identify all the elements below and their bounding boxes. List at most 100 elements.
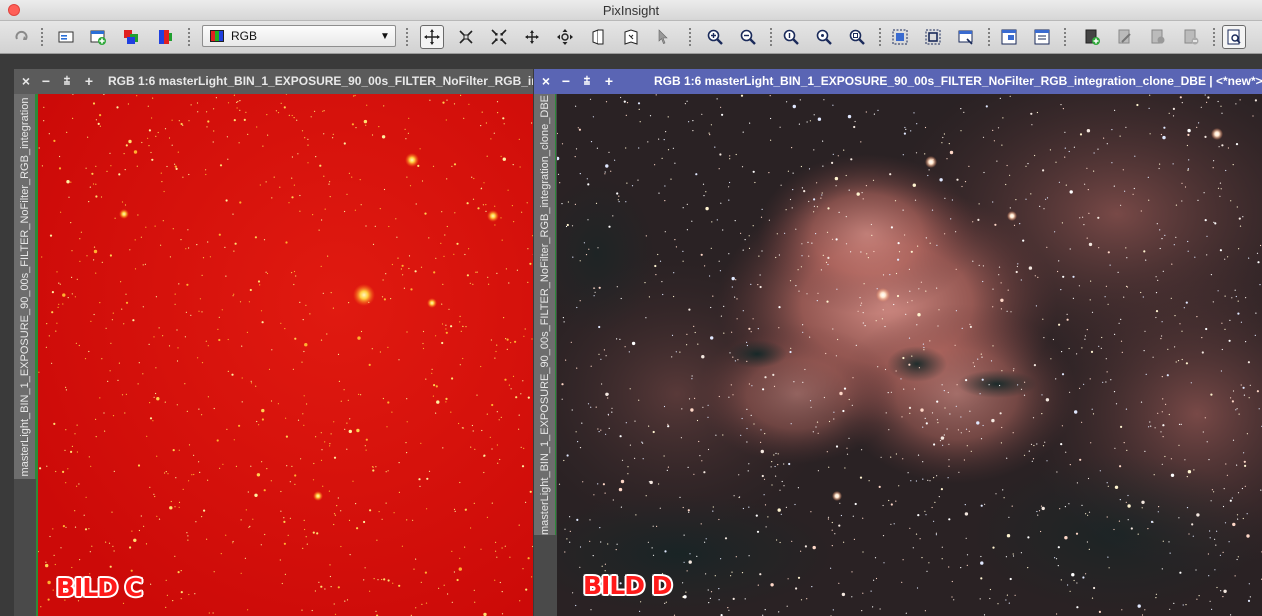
star	[1179, 323, 1181, 325]
star	[978, 203, 980, 205]
star	[935, 534, 937, 536]
star	[780, 513, 782, 515]
star	[922, 343, 924, 345]
star	[747, 470, 749, 472]
star	[965, 537, 967, 539]
zoom-fit-window-icon[interactable]	[845, 25, 869, 49]
send-to-workspace-icon[interactable]	[954, 25, 978, 49]
zoom-1-1-icon[interactable]	[779, 25, 803, 49]
star	[385, 471, 387, 473]
star	[324, 208, 326, 210]
star	[859, 476, 863, 479]
star	[795, 285, 797, 287]
star	[497, 462, 499, 464]
redo-icon[interactable]	[10, 25, 34, 49]
color-space-select[interactable]: RGB ▼	[202, 25, 396, 47]
pan-mode-icon[interactable]	[420, 25, 444, 49]
image-view-c[interactable]: BILD C	[36, 94, 533, 616]
new-image-icon[interactable]	[86, 25, 110, 49]
remove-mask-icon[interactable]	[1179, 25, 1203, 49]
star	[71, 293, 73, 295]
move-icon[interactable]	[553, 25, 577, 49]
star	[71, 276, 73, 278]
edit-mask-icon[interactable]	[1113, 25, 1137, 49]
star	[895, 500, 897, 502]
readout-preview-icon[interactable]	[1222, 25, 1246, 49]
maximize-icon[interactable]: +	[602, 73, 616, 89]
minimize-icon[interactable]: −	[39, 73, 53, 89]
close-icon[interactable]: ×	[539, 73, 553, 89]
window-restore-icon[interactable]	[997, 25, 1021, 49]
star	[873, 579, 875, 581]
star	[701, 460, 703, 462]
star	[88, 456, 90, 458]
image-view-d[interactable]: BILD D	[556, 94, 1262, 616]
full-view-icon[interactable]	[520, 25, 544, 49]
star	[255, 385, 257, 387]
shade-icon[interactable]: ⩲	[580, 73, 594, 89]
maximize-icon[interactable]: +	[82, 73, 96, 89]
star	[1169, 552, 1171, 554]
star	[654, 164, 656, 166]
star	[1105, 358, 1107, 360]
select-area-icon[interactable]	[888, 25, 912, 49]
minimize-icon[interactable]: −	[559, 73, 573, 89]
star	[1121, 351, 1123, 353]
star	[445, 324, 447, 326]
star	[176, 360, 179, 362]
star	[1068, 347, 1070, 350]
star	[806, 293, 808, 295]
new-mask-icon[interactable]	[1080, 25, 1104, 49]
star	[201, 362, 204, 364]
star	[174, 165, 177, 168]
star	[770, 139, 772, 141]
star	[693, 473, 695, 475]
zoom-fit-icon[interactable]	[454, 25, 478, 49]
chevron-down-icon[interactable]: ▼	[377, 28, 393, 44]
star	[982, 424, 984, 427]
star	[871, 234, 873, 236]
readout-mode-icon[interactable]	[619, 25, 643, 49]
window-d-side-label: masterLight_BIN_1_EXPOSURE_90_00s_FILTER…	[538, 94, 551, 535]
star	[908, 268, 910, 270]
window-d-side-tab[interactable]: masterLight_BIN_1_EXPOSURE_90_00s_FILTER…	[534, 94, 556, 616]
preview-mode-icon[interactable]	[586, 25, 610, 49]
zoom-1-2-icon[interactable]	[812, 25, 836, 49]
star	[823, 99, 825, 101]
channel-extract-icon[interactable]	[153, 25, 177, 49]
window-c-side-tab[interactable]: masterLight_BIN_1_EXPOSURE_90_00s_FILTER…	[14, 94, 36, 616]
star	[1081, 504, 1083, 506]
zoom-out-icon[interactable]	[736, 25, 760, 49]
invert-mask-icon[interactable]	[1146, 25, 1170, 49]
star	[773, 454, 775, 456]
star	[156, 515, 158, 517]
select-all-icon[interactable]	[921, 25, 945, 49]
window-maximize-icon[interactable]	[1030, 25, 1054, 49]
star	[512, 375, 515, 377]
star	[178, 120, 180, 122]
star	[441, 303, 443, 305]
star	[683, 534, 685, 536]
star	[1121, 609, 1123, 611]
star	[291, 177, 293, 179]
star	[420, 266, 423, 268]
rgb-channels-icon[interactable]	[119, 25, 143, 49]
image-info-icon[interactable]	[54, 25, 78, 49]
shade-icon[interactable]: ⩲	[60, 73, 74, 89]
zoom-in-icon[interactable]	[703, 25, 727, 49]
close-icon[interactable]: ×	[19, 73, 33, 89]
star	[366, 104, 368, 106]
pointer-icon[interactable]	[651, 25, 675, 49]
star	[396, 236, 398, 238]
zoom-to-fit-icon[interactable]	[487, 25, 511, 49]
star	[1090, 442, 1092, 444]
star	[127, 103, 129, 105]
star	[571, 409, 573, 411]
star	[786, 101, 788, 103]
star	[1062, 108, 1064, 110]
star	[835, 238, 838, 241]
star	[828, 420, 831, 423]
star	[809, 336, 811, 338]
star	[1031, 124, 1033, 126]
star	[496, 344, 498, 346]
